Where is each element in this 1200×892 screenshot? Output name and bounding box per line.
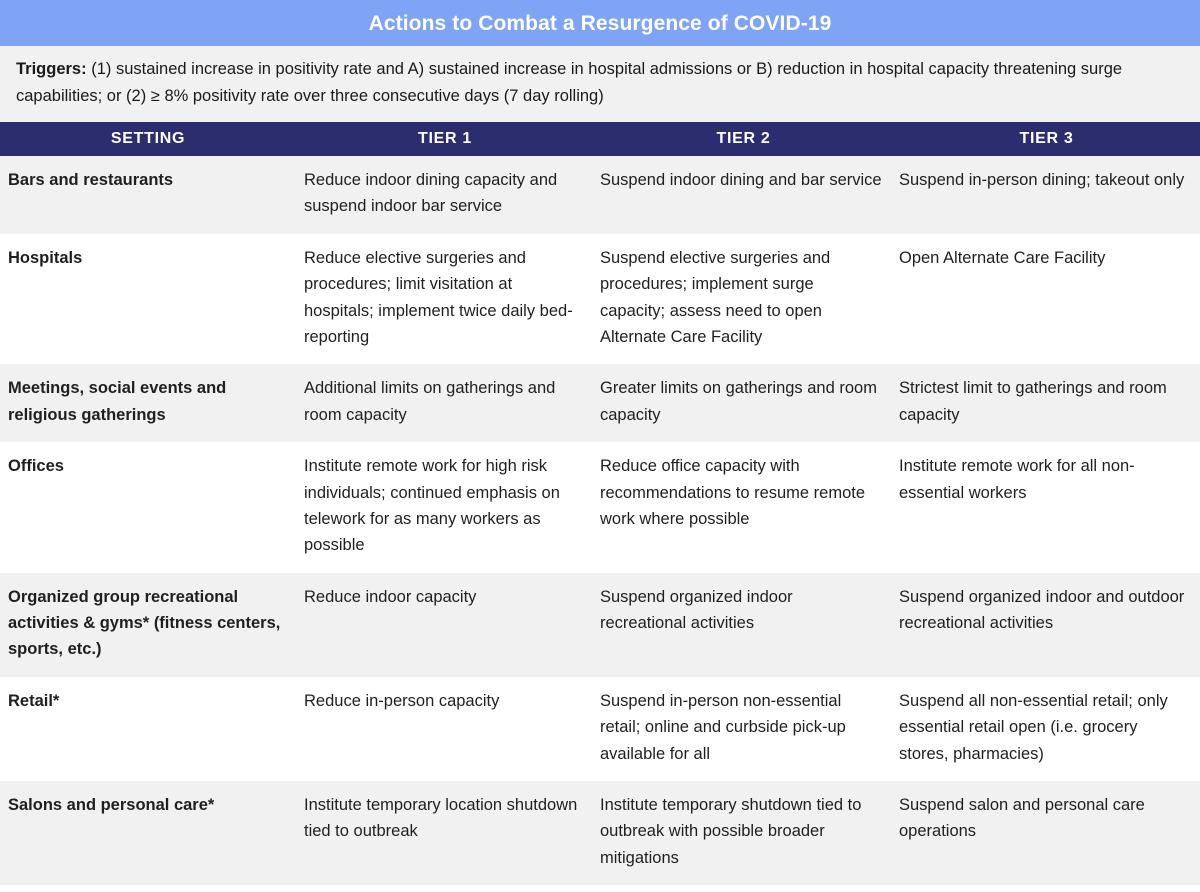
table-row: Meetings, social events and religious ga… bbox=[0, 364, 1200, 443]
tier-actions-table: SETTING TIER 1 TIER 2 TIER 3 Bars and re… bbox=[0, 122, 1200, 886]
cell-setting: Salons and personal care* bbox=[0, 781, 296, 886]
cell-tier2: Suspend indoor dining and bar service bbox=[594, 156, 893, 234]
cell-tier1: Reduce indoor capacity bbox=[296, 572, 594, 677]
cell-tier1: Reduce elective surgeries and procedures… bbox=[296, 233, 594, 365]
cell-tier2: Suspend in-person non-essential retail; … bbox=[594, 676, 893, 782]
page-title: Actions to Combat a Resurgence of COVID-… bbox=[368, 11, 832, 35]
cell-tier2: Suspend organized indoor recreational ac… bbox=[594, 572, 893, 677]
triggers-label: Triggers: bbox=[16, 60, 87, 78]
footnote: * Optional measures based on a region’s … bbox=[0, 885, 1200, 892]
cell-setting: Hospitals bbox=[0, 233, 296, 365]
triggers-text: (1) sustained increase in positivity rat… bbox=[16, 60, 1123, 105]
cell-setting: Bars and restaurants bbox=[0, 156, 296, 234]
cell-setting: Meetings, social events and religious ga… bbox=[0, 364, 296, 443]
column-header-tier-2: TIER 2 bbox=[594, 122, 893, 156]
cell-tier1: Institute temporary location shutdown ti… bbox=[296, 781, 594, 886]
cell-setting: Organized group recreational activities … bbox=[0, 572, 296, 677]
table-row: Retail* Reduce in-person capacity Suspend … bbox=[0, 676, 1200, 782]
title-banner: Actions to Combat a Resurgence of COVID-… bbox=[0, 0, 1200, 46]
cell-tier1: Reduce in-person capacity bbox=[296, 676, 594, 782]
table-row: Offices Institute remote work for high ri… bbox=[0, 442, 1200, 573]
table-body: Bars and restaurants Reduce indoor dining… bbox=[0, 156, 1200, 886]
cell-tier3: Strictest limit to gatherings and room c… bbox=[893, 364, 1200, 443]
cell-tier3: Suspend organized indoor and outdoor rec… bbox=[893, 572, 1200, 677]
column-header-tier-3: TIER 3 bbox=[893, 122, 1200, 156]
triggers-block: Triggers: (1) sustained increase in posi… bbox=[0, 46, 1200, 122]
cell-setting: Offices bbox=[0, 442, 296, 573]
table-header-row: SETTING TIER 1 TIER 2 TIER 3 bbox=[0, 122, 1200, 156]
cell-tier2: Institute temporary shutdown tied to out… bbox=[594, 781, 893, 886]
infographic-page: Actions to Combat a Resurgence of COVID-… bbox=[0, 0, 1200, 892]
cell-tier3: Open Alternate Care Facility bbox=[893, 233, 1200, 365]
table-header: SETTING TIER 1 TIER 2 TIER 3 bbox=[0, 122, 1200, 156]
cell-tier2: Reduce office capacity with recommendati… bbox=[594, 442, 893, 573]
cell-tier3: Suspend salon and personal care operatio… bbox=[893, 781, 1200, 886]
cell-tier2: Greater limits on gatherings and room ca… bbox=[594, 364, 893, 443]
table-row: Hospitals Reduce elective surgeries and p… bbox=[0, 233, 1200, 365]
table-row: Bars and restaurants Reduce indoor dining… bbox=[0, 156, 1200, 234]
cell-tier1: Reduce indoor dining capacity and suspen… bbox=[296, 156, 594, 234]
table-row: Salons and personal care* Institute tempo… bbox=[0, 781, 1200, 886]
cell-tier1: Additional limits on gatherings and room… bbox=[296, 364, 594, 443]
cell-setting: Retail* bbox=[0, 676, 296, 782]
cell-tier3: Suspend in-person dining; takeout only bbox=[893, 156, 1200, 234]
cell-tier1: Institute remote work for high risk indi… bbox=[296, 442, 594, 573]
cell-tier3: Suspend all non-essential retail; only e… bbox=[893, 676, 1200, 782]
cell-tier2: Suspend elective surgeries and procedure… bbox=[594, 233, 893, 365]
table-row: Organized group recreational activities … bbox=[0, 572, 1200, 677]
column-header-setting: SETTING bbox=[0, 122, 296, 156]
cell-tier3: Institute remote work for all non-essent… bbox=[893, 442, 1200, 573]
column-header-tier-1: TIER 1 bbox=[296, 122, 594, 156]
